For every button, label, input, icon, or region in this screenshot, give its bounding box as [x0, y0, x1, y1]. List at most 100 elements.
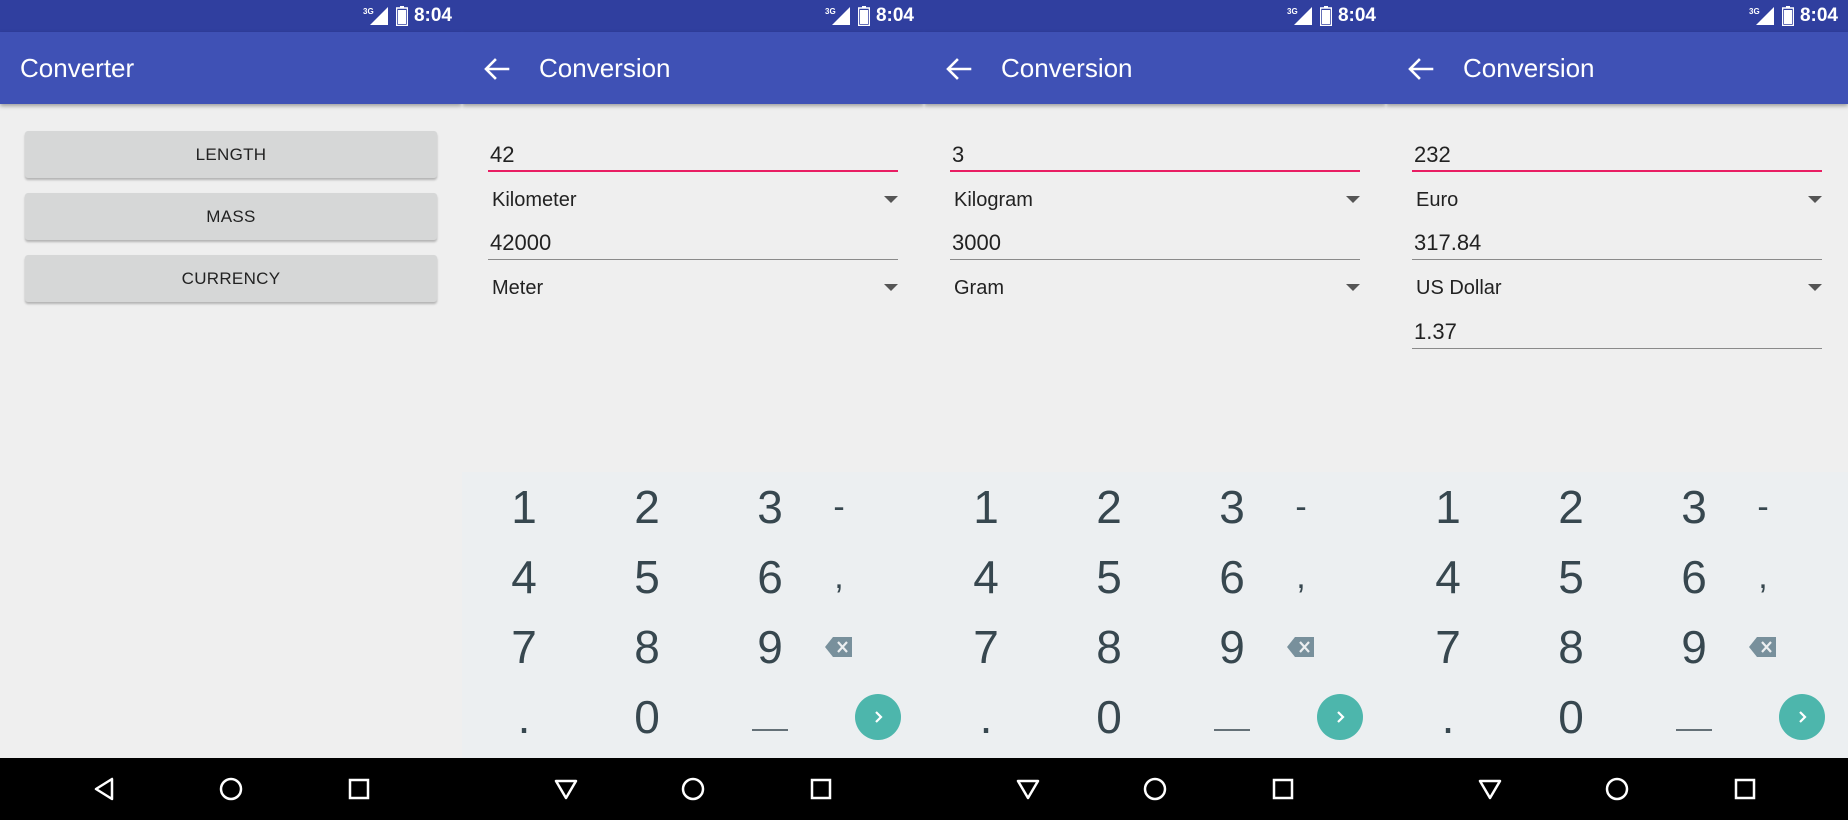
key-0[interactable]: 0: [607, 682, 687, 752]
to-unit-spinner[interactable]: US Dollar: [1412, 266, 1822, 306]
field-underline: [1412, 259, 1822, 260]
key-4[interactable]: 4: [946, 542, 1026, 612]
page-title: Conversion: [1463, 53, 1595, 83]
arrow-left-icon[interactable]: [482, 54, 512, 84]
output-value-field[interactable]: 3000: [950, 226, 1360, 260]
key-1[interactable]: 1: [1408, 472, 1488, 542]
input-value-field[interactable]: 3: [950, 138, 1360, 172]
key-5[interactable]: 5: [1531, 542, 1611, 612]
recents-square-icon[interactable]: [1269, 775, 1297, 803]
to-unit-spinner[interactable]: Meter: [488, 266, 898, 306]
input-value-field[interactable]: 232: [1412, 138, 1822, 172]
key-comma[interactable]: ,: [1723, 542, 1803, 612]
arrow-left-icon[interactable]: [1406, 54, 1436, 84]
rate-field[interactable]: 1.37: [1412, 315, 1822, 349]
svg-text:3G: 3G: [1287, 7, 1298, 16]
mass-button[interactable]: MASS: [25, 193, 437, 240]
key-4[interactable]: 4: [484, 542, 564, 612]
arrow-left-icon[interactable]: [944, 54, 974, 84]
dropdown-caret-icon: [1808, 284, 1822, 291]
dropdown-caret-icon: [884, 196, 898, 203]
key-9[interactable]: 9: [730, 612, 810, 682]
back-triangle-icon[interactable]: [1014, 775, 1042, 803]
key-9[interactable]: 9: [1654, 612, 1734, 682]
space-key[interactable]: [730, 682, 810, 752]
key-1[interactable]: 1: [946, 472, 1026, 542]
key-1[interactable]: 1: [484, 472, 564, 542]
go-icon[interactable]: [855, 694, 901, 740]
key-0[interactable]: 0: [1069, 682, 1149, 752]
key-comma[interactable]: ,: [799, 542, 879, 612]
currency-button[interactable]: CURRENCY: [25, 255, 437, 302]
key-9[interactable]: 9: [1192, 612, 1272, 682]
backspace-icon[interactable]: [799, 612, 879, 682]
rate-value: 1.37: [1414, 319, 1457, 344]
key-comma[interactable]: ,: [1261, 542, 1341, 612]
dropdown-caret-icon: [1346, 284, 1360, 291]
from-unit-spinner[interactable]: Kilometer: [488, 178, 898, 218]
key-3[interactable]: 3: [1654, 472, 1734, 542]
back-triangle-icon[interactable]: [1476, 775, 1504, 803]
key-0[interactable]: 0: [1531, 682, 1611, 752]
backspace-icon[interactable]: [1723, 612, 1803, 682]
length-button[interactable]: LENGTH: [25, 131, 437, 178]
key-7[interactable]: 7: [484, 612, 564, 682]
key-7[interactable]: 7: [946, 612, 1026, 682]
recents-square-icon[interactable]: [1731, 775, 1759, 803]
from-unit-spinner[interactable]: Kilogram: [950, 178, 1360, 218]
key-minus[interactable]: -: [1723, 472, 1803, 542]
phone-screen-converter: 3G 8:04 Converter LENGTH MASS CURRENCY: [0, 0, 462, 820]
key-2[interactable]: 2: [1069, 472, 1149, 542]
space-key[interactable]: [1654, 682, 1734, 752]
key-8[interactable]: 8: [1069, 612, 1149, 682]
recents-square-icon[interactable]: [345, 775, 373, 803]
key-period[interactable]: .: [1408, 682, 1488, 752]
phone-screen-conversion: 3G 8:04 Conversion 3 Kilogram 3000 Gram …: [924, 0, 1386, 820]
keyboard-row: 4 5 6 ,: [924, 542, 1386, 612]
key-3[interactable]: 3: [730, 472, 810, 542]
output-value-field[interactable]: 317.84: [1412, 226, 1822, 260]
app-bar: Conversion: [1386, 32, 1848, 104]
page-title: Conversion: [1001, 53, 1133, 83]
key-8[interactable]: 8: [1531, 612, 1611, 682]
key-4[interactable]: 4: [1408, 542, 1488, 612]
key-5[interactable]: 5: [607, 542, 687, 612]
status-bar: 3G 8:04: [1386, 0, 1848, 32]
key-6[interactable]: 6: [1654, 542, 1734, 612]
keyboard-row: . 0: [462, 682, 924, 752]
page-title: Conversion: [539, 53, 671, 83]
home-circle-icon[interactable]: [1603, 775, 1631, 803]
backspace-icon[interactable]: [1261, 612, 1341, 682]
key-minus[interactable]: -: [1261, 472, 1341, 542]
go-icon[interactable]: [1317, 694, 1363, 740]
key-minus[interactable]: -: [799, 472, 879, 542]
key-2[interactable]: 2: [1531, 472, 1611, 542]
field-underline: [488, 170, 898, 172]
go-icon[interactable]: [1779, 694, 1825, 740]
key-period[interactable]: .: [484, 682, 564, 752]
back-triangle-icon[interactable]: [552, 775, 580, 803]
key-6[interactable]: 6: [1192, 542, 1272, 612]
status-bar: 3G 8:04: [0, 0, 462, 32]
key-6[interactable]: 6: [730, 542, 810, 612]
input-value-field[interactable]: 42: [488, 138, 898, 172]
home-circle-icon[interactable]: [1141, 775, 1169, 803]
key-5[interactable]: 5: [1069, 542, 1149, 612]
key-2[interactable]: 2: [607, 472, 687, 542]
signal-3g-icon: 3G: [824, 5, 852, 27]
space-key[interactable]: [1192, 682, 1272, 752]
home-circle-icon[interactable]: [217, 775, 245, 803]
key-period[interactable]: .: [946, 682, 1026, 752]
to-unit-spinner[interactable]: Gram: [950, 266, 1360, 306]
key-8[interactable]: 8: [607, 612, 687, 682]
from-unit-spinner[interactable]: Euro: [1412, 178, 1822, 218]
home-circle-icon[interactable]: [679, 775, 707, 803]
back-triangle-icon[interactable]: [90, 775, 118, 803]
output-value-field[interactable]: 42000: [488, 226, 898, 260]
key-7[interactable]: 7: [1408, 612, 1488, 682]
recents-square-icon[interactable]: [807, 775, 835, 803]
field-underline: [488, 259, 898, 260]
field-underline: [1412, 170, 1822, 172]
key-3[interactable]: 3: [1192, 472, 1272, 542]
status-time: 8:04: [1799, 5, 1838, 26]
